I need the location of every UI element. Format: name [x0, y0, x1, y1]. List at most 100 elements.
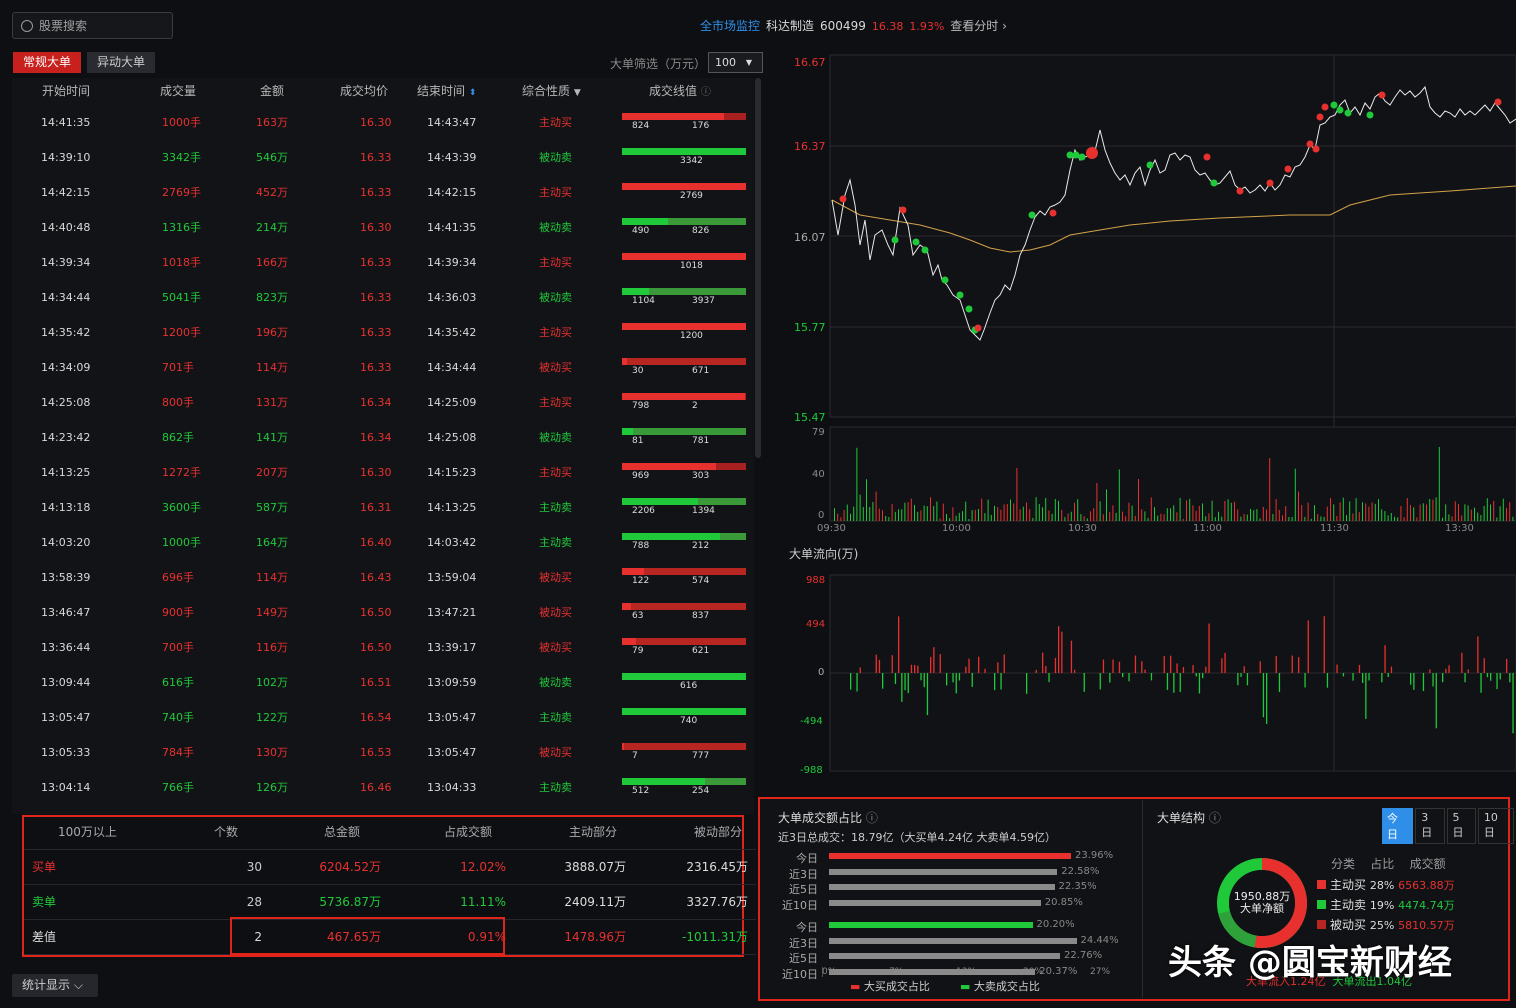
volume-bar [936, 501, 938, 521]
volume-bar [1275, 499, 1277, 521]
ratio-title: 大单成交额占比 ⓘ [778, 811, 878, 825]
table-row[interactable]: 14:34:09 701手 114万 16.33 14:34:44 被动买 30 6… [12, 350, 754, 385]
flow-bar [1358, 664, 1361, 673]
period-tab-1[interactable]: 3日 [1415, 808, 1445, 844]
volume-bar [1048, 510, 1050, 521]
volume-bar [840, 517, 842, 521]
flow-bar [1026, 673, 1028, 694]
flow-bar [1307, 620, 1309, 673]
col-deal-line[interactable]: 成交线值 ⓘ [649, 82, 711, 99]
table-row[interactable]: 13:04:14 766手 126万 16.46 13:04:33 主动卖 512… [12, 770, 754, 805]
table-row[interactable]: 13:36:44 700手 116万 16.50 13:39:17 被动买 79 6… [12, 630, 754, 665]
table-row[interactable]: 14:13:25 1272手 207万 16.30 14:15:23 主动买 96… [12, 455, 754, 490]
bar-label-right: 3937 [692, 296, 715, 306]
stats-display-button[interactable]: 统计显示 ⌵ [12, 974, 98, 997]
table-row[interactable]: 13:46:47 900手 149万 16.50 13:47:21 被动买 63 8… [12, 595, 754, 630]
table-row[interactable]: 14:13:18 3600手 587万 16.31 14:13:25 主动卖 22… [12, 490, 754, 525]
start-time: 14:34:44 [41, 291, 91, 304]
stock-price: 16.38 [871, 20, 904, 33]
col-amount[interactable]: 金额 [260, 82, 284, 99]
volume-bar [1163, 514, 1165, 521]
col-start-time[interactable]: 开始时间 [42, 82, 90, 99]
flow-bar [1048, 673, 1050, 683]
table-scrollbar[interactable] [755, 78, 761, 458]
summary-cell: 5736.87万 [319, 895, 381, 909]
volume-bar [1387, 515, 1389, 521]
volume-bar [1314, 505, 1315, 521]
volume-bar [1467, 505, 1469, 521]
col-end-time[interactable]: 结束时间 ⬍ [417, 82, 476, 99]
table-row[interactable]: 14:40:48 1316手 214万 16.30 14:41:35 被动卖 49… [12, 210, 754, 245]
table-row[interactable]: 13:05:47 740手 122万 16.54 13:05:47 主动卖 740 [12, 700, 754, 735]
market-monitor-link[interactable]: 全市场监控 [700, 19, 760, 33]
period-label: 近5日 [789, 952, 818, 965]
volume-bar [1509, 502, 1511, 521]
table-row[interactable]: 13:05:33 784手 130万 16.53 13:05:47 被动买 7 77… [12, 735, 754, 770]
volume-bar [1125, 516, 1127, 521]
summary-col: 主动部分 [569, 825, 618, 839]
tab-regular-orders[interactable]: 常规大单 [13, 52, 82, 73]
deal-bar [622, 778, 746, 785]
table-row[interactable]: 14:39:10 3342手 546万 16.33 14:43:39 被动卖 33… [12, 140, 754, 175]
volume-bar [1160, 513, 1162, 521]
trade-dot [839, 195, 847, 203]
filter-select[interactable]: 100 ▼ [708, 52, 763, 73]
flow-bar [1368, 673, 1370, 681]
volume-bar [1269, 458, 1271, 521]
summary-cell: 差值 [32, 930, 57, 944]
col-avg-price[interactable]: 成交均价 [340, 82, 388, 99]
period-tab-0[interactable]: 今日 [1382, 808, 1414, 844]
volume-bar [1045, 497, 1047, 521]
table-row[interactable]: 14:42:15 2769手 452万 16.33 14:42:15 主动买 27… [12, 175, 754, 210]
trade-dot [1028, 211, 1036, 219]
flow-bar [1166, 673, 1169, 690]
period-tab-3[interactable]: 10日 [1477, 808, 1514, 844]
period-tab-2[interactable]: 5日 [1446, 808, 1476, 844]
table-row[interactable]: 14:41:35 1000手 163万 16.30 14:43:47 主动买 82… [12, 105, 754, 140]
nature: 主动卖 [539, 711, 572, 724]
amount: 207万 [256, 466, 288, 479]
table-row[interactable]: 13:09:44 616手 102万 16.51 13:09:59 被动卖 616 [12, 665, 754, 700]
table-row[interactable]: 14:23:42 862手 141万 16.34 14:25:08 被动卖 81 7… [12, 420, 754, 455]
deal-bar [622, 463, 746, 470]
tab-abnormal-orders[interactable]: 异动大单 [87, 52, 156, 73]
volume-bar [1150, 497, 1152, 521]
deal-bar [622, 183, 746, 190]
end-time: 14:15:23 [427, 466, 477, 479]
table-row[interactable]: 14:35:42 1200手 196万 16.33 14:35:42 主动买 12… [12, 315, 754, 350]
end-time: 13:05:47 [427, 711, 477, 724]
flow-bar [1240, 673, 1242, 677]
flow-bar [1291, 655, 1293, 673]
bar-label-left: 122 [632, 576, 650, 586]
volume-bar [853, 506, 855, 521]
flow-bar [1464, 673, 1466, 683]
flow-bar [917, 665, 919, 673]
flow-bar [1202, 673, 1204, 679]
volume-bar [1288, 516, 1290, 521]
volume-bar [1157, 515, 1159, 521]
col-nature[interactable]: 综合性质 ▼ [522, 82, 581, 99]
flow-bar [946, 673, 948, 686]
table-row[interactable]: 14:39:34 1018手 166万 16.33 14:39:34 主动买 10… [12, 245, 754, 280]
flow-bar [1042, 652, 1044, 673]
table-row[interactable]: 13:58:39 696手 114万 16.43 13:59:04 被动买 122… [12, 560, 754, 595]
ratio-value: 20.85% [1044, 896, 1083, 908]
ratio-value: 23.96% [1075, 850, 1114, 861]
volume: 616手 [162, 676, 194, 689]
table-row[interactable]: 14:34:44 5041手 823万 16.33 14:36:03 被动卖 11… [12, 280, 754, 315]
summary-cell: 1478.96万 [564, 930, 626, 944]
volume-bar [946, 513, 947, 521]
table-row[interactable]: 14:25:08 800手 131万 16.34 14:25:09 主动买 798… [12, 385, 754, 420]
view-intraday-link[interactable]: 查看分时 › [950, 19, 1007, 33]
help-icon: ⓘ [865, 811, 878, 825]
volume-bar [952, 507, 954, 521]
table-row[interactable]: 14:03:20 1000手 164万 16.40 14:03:42 主动卖 78… [12, 525, 754, 560]
col-volume[interactable]: 成交量 [160, 82, 196, 99]
amount: 116万 [256, 641, 288, 654]
volume-bar [1013, 503, 1015, 521]
price-y-5: 15.47 [794, 411, 826, 424]
period-label: 近3日 [789, 936, 818, 950]
start-time: 14:34:09 [41, 361, 91, 374]
volume-bar [1102, 514, 1104, 521]
search-input[interactable]: 股票搜索 [12, 12, 173, 39]
